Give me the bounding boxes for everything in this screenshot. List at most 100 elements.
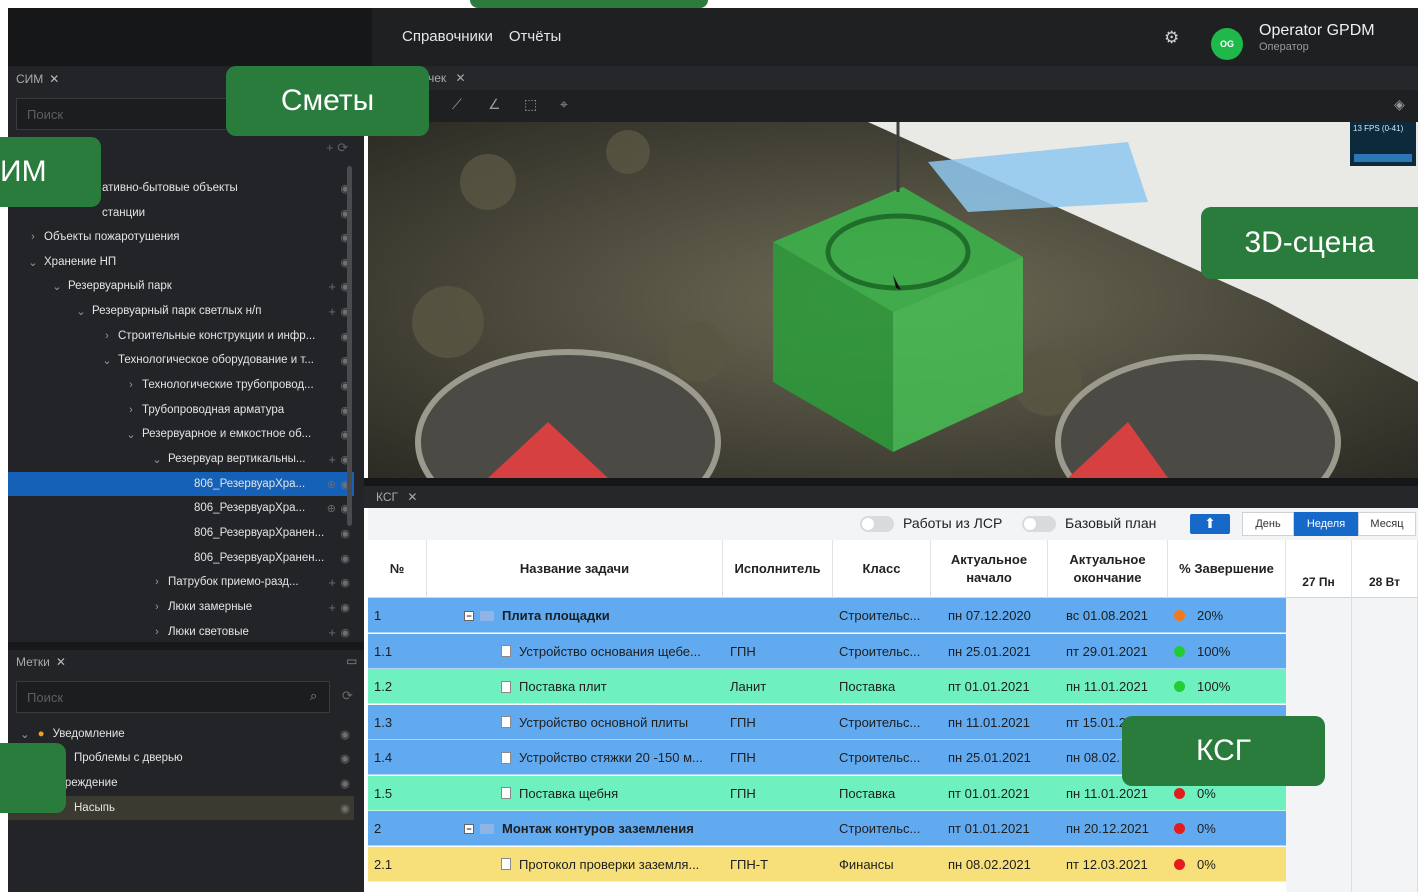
task-name: Поставка щебня (519, 785, 619, 801)
view-week-button[interactable]: Неделя (1294, 512, 1358, 536)
tree-item[interactable]: ⌄ Резервуарный парк светлых н/п ◉ + (8, 299, 354, 323)
eye-icon[interactable]: ◉ (340, 552, 350, 565)
col-end[interactable]: Актуальное окончание (1048, 540, 1168, 598)
avatar[interactable]: OG (1211, 28, 1243, 60)
col-num[interactable]: № (368, 540, 427, 598)
col-class[interactable]: Класс (833, 540, 931, 598)
tree-item[interactable]: ⌄ Резервуарное и емкостное об... ◉ (8, 422, 354, 446)
tree-item[interactable]: › Патрубок приемо-разд... ◉ + (8, 570, 354, 594)
3d-scene[interactable]: 13 FPS (0-41) (368, 122, 1418, 478)
tab-ksg[interactable]: КСГ ✕ (376, 490, 417, 504)
chevron-down-icon[interactable]: ⌄ (74, 305, 88, 318)
tree-item[interactable]: 806_РезервуарХра... ◉ ⊕ (8, 496, 354, 520)
table-row[interactable]: 2.1 Протокол проверки заземля... ГПН-Т Фина… (368, 846, 1286, 882)
window-icon[interactable]: ▭ (346, 654, 357, 668)
tree-item[interactable]: › Трубопроводная арматура ◉ (8, 398, 354, 422)
chevron-right-icon[interactable]: › (124, 379, 138, 391)
add-icon[interactable]: + (328, 279, 336, 294)
close-icon[interactable]: ✕ (56, 655, 66, 669)
chevron-down-icon[interactable]: ⌄ (20, 727, 30, 741)
mark-item[interactable]: ⌄ ● Уведомление ◉ (8, 722, 354, 746)
eye-icon[interactable]: ◉ (340, 527, 350, 540)
marks-search-input[interactable]: Поиск (16, 681, 330, 713)
table-row[interactable]: 1.1 Устройство основания щебе... ГПН Строит… (368, 633, 1286, 669)
eye-icon[interactable]: ◉ (340, 776, 350, 790)
gear-icon[interactable]: ⚙ (1164, 28, 1179, 48)
layers-icon[interactable]: ◈ (1394, 96, 1405, 113)
toggle-works-lsr[interactable] (860, 516, 894, 532)
add-icon[interactable]: + (328, 304, 336, 319)
tree-item[interactable]: › Строительные конструкции и инфр... ◉ (8, 324, 354, 348)
close-icon[interactable]: ✕ (456, 71, 466, 85)
scene-divider[interactable] (364, 478, 1418, 486)
col-executor[interactable]: Исполнитель (723, 540, 833, 598)
tree-item[interactable]: 806_РезервуарХранен... ◉ (8, 546, 354, 570)
tree-item[interactable]: › Объекты пожаротушения ◉ (8, 225, 354, 249)
target-icon[interactable]: ⊕ (327, 478, 336, 491)
refresh-icon[interactable]: ⟳ (342, 688, 353, 704)
eye-icon[interactable]: ◉ (340, 601, 350, 614)
line-tool-icon[interactable]: ⟋ (452, 96, 462, 113)
collapse-icon[interactable]: − (464, 823, 474, 834)
search-icon[interactable]: ⌕ (310, 688, 317, 704)
tree-item[interactable]: › Технологические трубопровод... ◉ (8, 373, 354, 397)
tab-marks[interactable]: Метки ✕ (16, 651, 66, 673)
table-row[interactable]: 1.2 Поставка плит Ланит Поставка пт 01.01.20… (368, 669, 1286, 704)
col-day-27: 27 Пн (1286, 540, 1352, 598)
tree-item[interactable]: ⌄ Резервуарный парк ◉ + (8, 274, 354, 298)
chevron-right-icon[interactable]: › (150, 626, 164, 638)
toggle-base-plan[interactable] (1022, 516, 1056, 532)
cell-name: Поставка щебня (501, 776, 759, 811)
chevron-right-icon[interactable]: › (100, 330, 114, 342)
table-row[interactable]: 1 − Плита площадки Строительс... пн 07.12.20… (368, 598, 1286, 633)
tree-item[interactable]: 806_РезервуарХранен... ◉ (8, 521, 354, 545)
tree-item[interactable]: ⌄ Резервуар вертикальны... ◉ + (8, 447, 354, 471)
box-tool-icon[interactable]: ⬚ (524, 96, 537, 113)
add-icon[interactable]: + (328, 600, 336, 615)
transform-tool-icon[interactable]: ⌖ (560, 96, 568, 113)
menu-item-reports[interactable]: Отчёты (509, 28, 561, 45)
chevron-down-icon[interactable]: ⌄ (100, 354, 114, 367)
chevron-down-icon[interactable]: ⌄ (26, 256, 40, 269)
angle-tool-icon[interactable]: ∠ (488, 96, 501, 113)
eye-icon[interactable]: ◉ (340, 576, 350, 589)
chevron-right-icon[interactable]: › (150, 576, 164, 588)
tree-item[interactable]: › Люки световые ◉ + (8, 620, 354, 644)
panel-divider[interactable] (8, 642, 364, 650)
cell-name: Устройство основания щебе... (501, 634, 759, 669)
tree-item[interactable]: 806_РезервуарХра... ◉ ⊕ (8, 472, 354, 496)
chevron-right-icon[interactable]: › (150, 601, 164, 613)
target-icon[interactable]: ⊕ (327, 502, 336, 515)
eye-icon[interactable]: ◉ (340, 727, 350, 741)
chevron-down-icon[interactable]: ⌄ (124, 428, 138, 441)
view-month-button[interactable]: Месяц (1358, 512, 1416, 536)
tree-item[interactable]: ⌄ Технологическое оборудование и т... ◉ (8, 348, 354, 372)
tree-item-label: Технологические трубопровод... (142, 379, 314, 391)
tab-sim[interactable]: СИМ ✕ (16, 68, 59, 90)
eye-icon[interactable]: ◉ (340, 751, 350, 765)
menu-item-references[interactable]: Справочники (402, 28, 493, 45)
chevron-down-icon[interactable]: ⌄ (150, 453, 164, 466)
close-icon[interactable]: ✕ (407, 490, 417, 504)
col-start[interactable]: Актуальное начало (931, 540, 1048, 598)
upload-button[interactable]: ⬆ (1190, 514, 1230, 534)
chevron-down-icon[interactable]: ⌄ (50, 280, 64, 293)
col-percent[interactable]: % Завершение (1168, 540, 1286, 598)
tree-item[interactable]: › Люки замерные ◉ + (8, 595, 354, 619)
eye-icon[interactable]: ◉ (340, 801, 350, 815)
tab-scene[interactable]: чек ✕ (428, 71, 466, 85)
chevron-right-icon[interactable]: › (124, 404, 138, 416)
tree-scrollbar[interactable] (347, 166, 352, 526)
add-icon[interactable]: + (328, 452, 336, 467)
collapse-icon[interactable]: − (464, 610, 474, 621)
eye-icon[interactable]: ◉ (340, 626, 350, 639)
add-icon[interactable]: + (328, 575, 336, 590)
add-icon[interactable]: + (328, 625, 336, 640)
view-day-button[interactable]: День (1242, 512, 1294, 536)
col-name[interactable]: Название задачи (427, 540, 723, 598)
tree-item[interactable]: ⌄ Хранение НП ◉ (8, 250, 354, 274)
chevron-right-icon[interactable]: › (26, 231, 40, 243)
add-icon[interactable]: + ⟳ (326, 140, 348, 156)
close-icon[interactable]: ✕ (49, 72, 59, 86)
table-row[interactable]: 2 − Монтаж контуров заземления Строительс..… (368, 811, 1286, 846)
